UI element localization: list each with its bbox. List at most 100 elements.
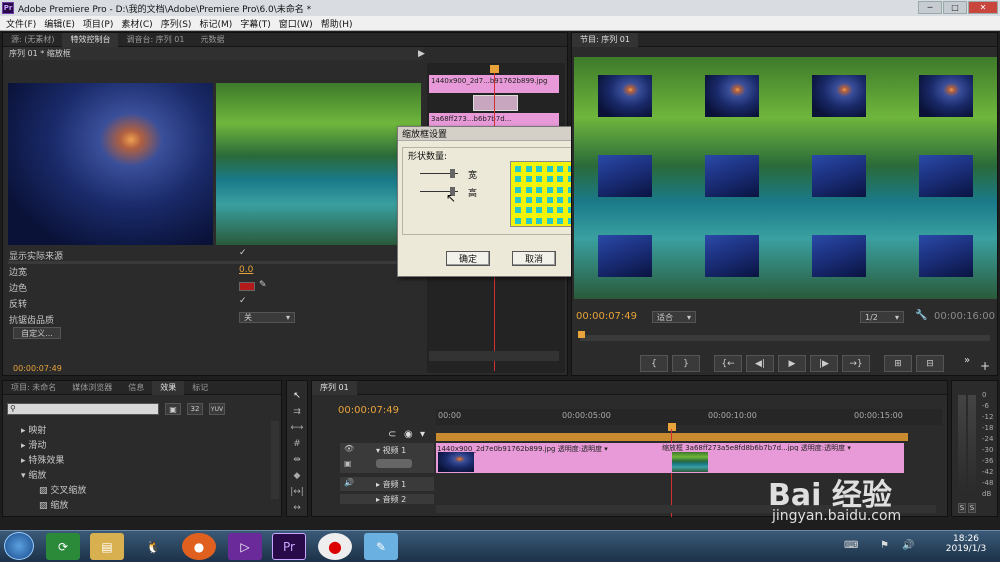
- transport-button[interactable]: →}: [842, 355, 870, 372]
- taskbar-premiere-icon[interactable]: Pr: [272, 533, 306, 560]
- video-track-header[interactable]: 👁 ▣ ▾ 视频 1: [340, 443, 434, 473]
- tab-markers[interactable]: 标记: [184, 381, 216, 395]
- tab-project[interactable]: 项目: 未命名: [3, 381, 64, 395]
- audio-track-1-header[interactable]: 🔊 ▸ 音频 1: [340, 477, 434, 491]
- antialias-select[interactable]: 关 ▾: [239, 312, 295, 323]
- track-select-tool-icon[interactable]: ⇉: [290, 405, 304, 418]
- mini-timeline-scrollbar[interactable]: [429, 351, 559, 361]
- program-scrub-bar[interactable]: [580, 335, 990, 341]
- prop-reverse-checkbox[interactable]: ✓: [239, 296, 247, 306]
- effects-search-input[interactable]: ⚲: [7, 403, 159, 415]
- transport-button[interactable]: {←: [714, 355, 742, 372]
- menu-marker[interactable]: 标记(M): [195, 17, 236, 30]
- tray-clock[interactable]: 18:26 2019/1/3: [940, 534, 992, 554]
- menu-edit[interactable]: 编辑(E): [40, 17, 79, 30]
- fit-select[interactable]: 适合 ▾: [652, 311, 696, 323]
- tray-flag-icon[interactable]: ⚑: [880, 540, 889, 551]
- menu-clip[interactable]: 素材(C): [117, 17, 156, 30]
- ripple-edit-tool-icon[interactable]: ⟷: [290, 421, 304, 434]
- menu-sequence[interactable]: 序列(S): [157, 17, 196, 30]
- tab-media-browser[interactable]: 媒体浏览器: [64, 381, 120, 395]
- transport-button[interactable]: ⊟: [916, 355, 944, 372]
- play-effect-icon[interactable]: ▶: [418, 49, 425, 59]
- tray-keyboard-icon[interactable]: ⌨: [844, 540, 858, 551]
- tree-item-slide[interactable]: ▸ 滑动: [21, 438, 46, 451]
- tab-audio-mixer[interactable]: 调音台: 序列 01: [118, 33, 192, 47]
- tab-effect-controls[interactable]: 特效控制台: [62, 32, 119, 47]
- resolution-select[interactable]: 1/2 ▾: [860, 311, 904, 323]
- dialog-cancel-button[interactable]: 取消: [512, 251, 556, 266]
- tray-volume-icon[interactable]: 🔊: [902, 540, 914, 551]
- transport-button[interactable]: }: [672, 355, 700, 372]
- transport-button[interactable]: |▶: [810, 355, 838, 372]
- solo-left-button[interactable]: S: [958, 503, 966, 513]
- taskbar-video-editor-icon[interactable]: ▷: [228, 533, 262, 560]
- keyframe-control[interactable]: [376, 459, 412, 468]
- add-marker-icon[interactable]: ▾: [420, 429, 425, 440]
- razor-tool-icon[interactable]: ◆: [290, 469, 304, 482]
- accelerated-effects-icon[interactable]: ▣: [165, 403, 181, 415]
- snap-icon[interactable]: ⊂: [388, 429, 396, 440]
- tab-source[interactable]: 源: (无素材): [3, 33, 62, 47]
- transport-button[interactable]: ◀|: [746, 355, 774, 372]
- taskbar-360-icon[interactable]: ⟳: [46, 533, 80, 560]
- effect-scroll-track[interactable]: [8, 261, 423, 264]
- toggle-track-icon[interactable]: ▣: [344, 459, 352, 468]
- tree-item-special[interactable]: ▸ 特殊效果: [21, 453, 64, 466]
- tab-info[interactable]: 信息: [120, 381, 152, 395]
- tree-item-map[interactable]: ▸ 映射: [21, 423, 46, 436]
- slide-tool-icon[interactable]: ↔: [290, 501, 304, 514]
- custom-button[interactable]: 自定义...: [13, 327, 61, 339]
- wrench-icon[interactable]: 🔧: [915, 310, 927, 321]
- menu-file[interactable]: 文件(F): [2, 17, 40, 30]
- width-slider-thumb[interactable]: [450, 169, 455, 178]
- minimize-button[interactable]: ─: [918, 1, 942, 14]
- program-playhead-icon[interactable]: [578, 331, 585, 338]
- close-button[interactable]: ✕: [968, 1, 998, 14]
- taskbar-recorder-icon[interactable]: ●: [318, 533, 352, 560]
- time-ruler[interactable]: 00:00 00:00:05:00 00:00:10:00 00:00:15:0…: [436, 409, 942, 425]
- yuv-effects-icon[interactable]: YUV: [209, 403, 225, 415]
- transport-button[interactable]: {: [640, 355, 668, 372]
- prop-show-source-checkbox[interactable]: ✓: [239, 248, 247, 258]
- tab-effects[interactable]: 效果: [152, 380, 185, 395]
- taskbar-firefox-icon[interactable]: ●: [182, 533, 216, 560]
- 32bit-effects-icon[interactable]: 32: [187, 403, 203, 415]
- add-icon[interactable]: +: [980, 359, 990, 373]
- mini-playhead-icon[interactable]: [490, 65, 499, 73]
- tab-sequence[interactable]: 序列 01: [312, 380, 357, 395]
- menu-project[interactable]: 项目(P): [79, 17, 117, 30]
- effects-scrollbar[interactable]: [271, 421, 279, 499]
- transport-button[interactable]: ▶: [778, 355, 806, 372]
- eyedropper-icon[interactable]: ✎: [259, 280, 267, 290]
- dialog-ok-button[interactable]: 确定: [446, 251, 490, 266]
- prop-border-width-value[interactable]: 0.0: [239, 265, 253, 275]
- speaker-icon[interactable]: 🔊: [344, 478, 354, 487]
- taskbar-qq-icon[interactable]: 🐧: [136, 533, 170, 560]
- tree-item-cross-zoom[interactable]: ▨ 交叉缩放: [39, 483, 86, 496]
- eye-icon[interactable]: 👁: [344, 444, 354, 453]
- slip-tool-icon[interactable]: |↔|: [290, 485, 304, 498]
- timeline-playhead-icon[interactable]: [668, 423, 676, 431]
- selection-tool-icon[interactable]: ↖: [290, 389, 304, 402]
- rate-stretch-tool-icon[interactable]: ⇹: [290, 453, 304, 466]
- menu-help[interactable]: 帮助(H): [317, 17, 357, 30]
- menu-window[interactable]: 窗口(W): [275, 17, 317, 30]
- maximize-button[interactable]: □: [943, 1, 967, 14]
- tree-item-zoom-child[interactable]: ▨ 缩放: [39, 498, 68, 511]
- tab-metadata[interactable]: 元数据: [192, 33, 232, 47]
- transport-button[interactable]: ⊞: [884, 355, 912, 372]
- border-color-swatch[interactable]: [239, 282, 255, 291]
- tab-program[interactable]: 节目: 序列 01: [572, 32, 638, 47]
- taskbar-explorer-icon[interactable]: ▤: [90, 533, 124, 560]
- solo-right-button[interactable]: S: [968, 503, 976, 513]
- menu-title[interactable]: 字幕(T): [236, 17, 275, 30]
- marker-icon[interactable]: ◉: [404, 429, 413, 440]
- start-button[interactable]: [4, 532, 34, 560]
- transition-marker[interactable]: [473, 95, 518, 111]
- tree-item-zoom[interactable]: ▾ 缩放: [21, 468, 46, 481]
- rolling-edit-tool-icon[interactable]: #: [290, 437, 304, 450]
- work-area-bar[interactable]: [436, 433, 908, 441]
- taskbar-notepad-icon[interactable]: ✎: [364, 533, 398, 560]
- button-editor-icon[interactable]: »: [964, 355, 970, 366]
